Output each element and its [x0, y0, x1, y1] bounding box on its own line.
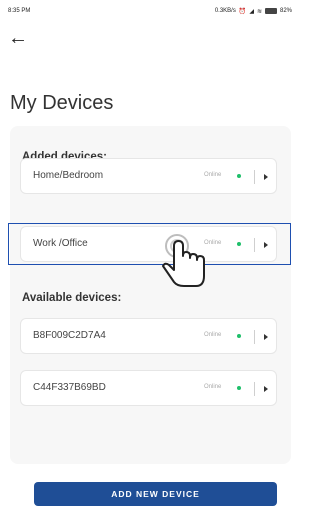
battery-icon — [264, 8, 277, 14]
divider — [254, 382, 255, 396]
phone-screen: 8:35 PM 0.3KB/s ⏰ ◢ ≋ 82% ← My Devices A… — [0, 0, 296, 515]
available-devices-label: Available devices: — [22, 292, 122, 304]
device-name: C44F337B69BD — [33, 382, 106, 393]
play-arrow-icon[interactable] — [264, 386, 268, 392]
status-icons: 0.3KB/s ⏰ ◢ ≋ 82% — [215, 8, 292, 15]
device-row-home-bedroom[interactable]: Home/Bedroom Online — [20, 158, 277, 194]
selection-highlight — [8, 223, 291, 265]
device-row-b8f009c2d7a4[interactable]: B8F009C2D7A4 Online — [20, 318, 277, 354]
device-name: B8F009C2D7A4 — [33, 330, 106, 341]
alarm-icon: ⏰ — [238, 8, 247, 15]
divider — [254, 330, 255, 344]
device-row-c44f337b69bd[interactable]: C44F337B69BD Online — [20, 370, 277, 406]
divider — [254, 170, 255, 184]
arrow-left-icon: ← — [8, 27, 28, 49]
signal-icon: ◢ — [249, 8, 254, 15]
online-dot-icon — [237, 174, 241, 178]
device-status: Online — [204, 332, 222, 338]
status-bar: 8:35 PM 0.3KB/s ⏰ ◢ ≋ 82% — [0, 0, 296, 22]
device-status: Online — [204, 384, 222, 390]
play-arrow-icon[interactable] — [264, 174, 268, 180]
network-speed: 0.3KB/s — [214, 8, 236, 14]
back-button[interactable]: ← — [8, 28, 32, 52]
play-arrow-icon[interactable] — [264, 334, 268, 340]
online-dot-icon — [237, 334, 241, 338]
wifi-icon: ≋ — [256, 8, 262, 15]
device-name: Home/Bedroom — [33, 170, 104, 181]
status-time: 8:35 PM — [8, 8, 31, 14]
battery-level: 82% — [279, 8, 292, 14]
add-new-device-button[interactable]: ADD NEW DEVICE — [34, 482, 277, 506]
online-dot-icon — [237, 386, 241, 390]
hand-pointer-icon — [162, 234, 205, 287]
page-title: My Devices — [10, 92, 114, 114]
device-status: Online — [204, 172, 222, 178]
